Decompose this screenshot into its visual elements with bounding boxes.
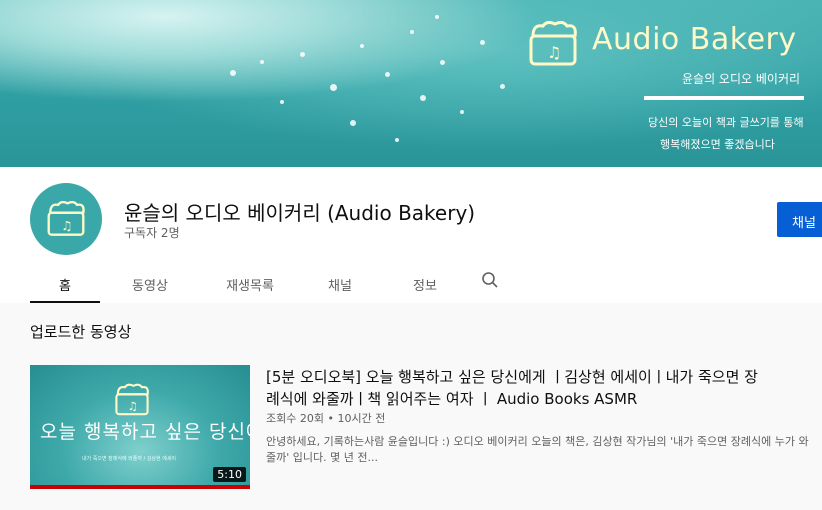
banner-subtitle: 윤슬의 오디오 베이커리 (682, 72, 801, 86)
tab-channels[interactable]: 채널 (300, 263, 380, 303)
video-description: 안녕하세요, 기록하는사람 윤슬입니다 :) 오디오 베이커리 오늘의 책은, … (266, 435, 809, 464)
banner-sparkle (420, 95, 426, 101)
channel-avatar[interactable]: ♫ (30, 183, 102, 255)
channel-header: ♫ 윤슬의 오디오 베이커리 (Audio Bakery) 구독자 2명 채널 … (0, 167, 822, 303)
banner-sparkle (300, 52, 305, 57)
banner-sparkle (500, 84, 505, 89)
tab-about[interactable]: 정보 (380, 263, 470, 303)
banner-sparkle (260, 60, 264, 64)
subscriber-count: 구독자 2명 (124, 226, 180, 240)
bread-box-logo-icon: ♫ (529, 20, 577, 66)
banner-tagline: 당신의 오늘이 책과 글쓰기를 통해 (648, 116, 804, 129)
banner-sparkle (460, 110, 464, 114)
channel-search-button[interactable] (470, 263, 510, 303)
svg-text:♫: ♫ (128, 399, 138, 413)
banner-sparkle (440, 60, 445, 65)
banner-sparkle (360, 44, 364, 48)
banner-divider (644, 96, 804, 100)
watch-progress-bar (30, 485, 250, 489)
video-title-link[interactable]: [5분 오디오북] 오늘 행복하고 싶은 당신에게 ㅣ김상현 에세이ㅣ내가 죽으… (266, 366, 766, 410)
video-thumbnail[interactable]: ♫ 오늘 행복하고 싶은 당신에게 내가 죽으면 장례식에 와줄까 / 김상현 … (30, 365, 250, 489)
banner-sparkle (385, 72, 390, 77)
tab-videos[interactable]: 동영상 (100, 263, 200, 303)
banner-sparkle (395, 138, 399, 142)
svg-text:♫: ♫ (61, 218, 72, 233)
banner-sparkle (280, 100, 284, 104)
banner-sparkle (410, 30, 414, 34)
thumbnail-subtitle: 내가 죽으면 장례식에 와줄까 / 김상현 에세이 (82, 456, 177, 462)
banner-sparkle (330, 84, 337, 91)
channel-title: 윤슬의 오디오 베이커리 (Audio Bakery) (124, 201, 476, 225)
video-meta: 조회수 20회 • 10시간 전 (266, 412, 386, 425)
banner-brand-text: Audio Bakery (592, 22, 797, 57)
banner-tagline: 행복해졌으면 좋겠습니다 (660, 138, 775, 151)
svg-text:♫: ♫ (547, 43, 561, 62)
channel-banner: ♫ Audio Bakery 윤슬의 오디오 베이커리 당신의 오늘이 책과 글… (0, 0, 822, 167)
banner-sparkle (435, 15, 439, 19)
bread-box-logo-icon: ♫ (47, 200, 85, 236)
banner-sparkle (350, 120, 356, 126)
tab-playlists[interactable]: 재생목록 (200, 263, 300, 303)
banner-sparkle (230, 70, 236, 76)
channel-tabs: 홈 동영상 재생목록 채널 정보 (30, 263, 510, 303)
tab-home[interactable]: 홈 (30, 263, 100, 303)
subscribe-button[interactable]: 채널 (777, 202, 822, 237)
video-duration-badge: 5:10 (213, 467, 246, 482)
bread-box-logo-icon: ♫ (115, 383, 149, 416)
thumbnail-title: 오늘 행복하고 싶은 당신에게 (40, 421, 250, 443)
search-icon (482, 272, 498, 288)
section-title: 업로드한 동영상 (30, 323, 132, 341)
banner-sparkle (480, 40, 485, 45)
